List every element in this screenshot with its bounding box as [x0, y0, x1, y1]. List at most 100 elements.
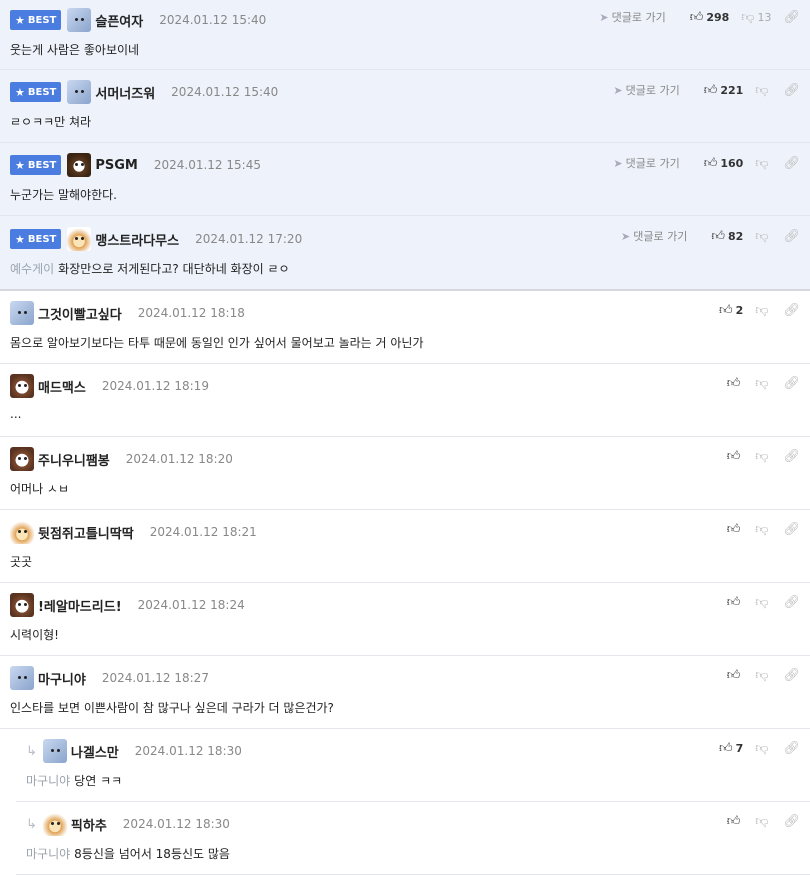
- comment-actions: 👍︎ 👎︎ 🔗︎: [715, 522, 800, 537]
- link-icon: 🔗︎: [783, 741, 800, 756]
- reply-target[interactable]: 예수게이: [10, 262, 54, 276]
- thumbs-down-icon: 👎︎: [755, 814, 769, 829]
- dislike-button[interactable]: 👎︎: [755, 229, 771, 244]
- share-link-button[interactable]: 🔗︎: [783, 10, 800, 25]
- comment-text: 인스타를 보면 이쁜사람이 참 많구나 싶은데 구라가 더 많은건가?: [10, 701, 334, 715]
- goto-comment-link[interactable]: ➤ 댓글로 가기: [599, 9, 665, 25]
- dislike-button[interactable]: 👎︎: [755, 668, 771, 683]
- thumbs-down-icon: 👎︎: [755, 522, 769, 537]
- thumbs-down-icon: 👎︎: [755, 741, 769, 756]
- share-link-button[interactable]: 🔗︎: [783, 376, 800, 391]
- thumbs-up-icon: 👍︎: [726, 814, 741, 829]
- like-button[interactable]: 👍︎ 221: [704, 83, 744, 98]
- comment: 매드맥스 2024.01.12 18:19 👍︎ 👎︎ 🔗︎ ...: [0, 364, 810, 437]
- like-button[interactable]: 👍︎ 7: [719, 741, 743, 756]
- share-link-button[interactable]: 🔗︎: [783, 303, 800, 318]
- best-comment: ★ BEST PSGM 2024.01.12 15:45 ➤ 댓글로 가기 👍︎ 16…: [0, 143, 810, 216]
- comment-actions: 👍︎ 👎︎ 🔗︎: [715, 595, 800, 610]
- like-button[interactable]: 👍︎: [727, 376, 744, 391]
- thumbs-up-icon: 👍︎: [726, 376, 741, 391]
- dislike-button[interactable]: 👎︎: [755, 741, 771, 756]
- goto-comment-link[interactable]: ➤ 댓글로 가기: [613, 155, 679, 171]
- comment-author[interactable]: 주니우니팸봉: [38, 450, 110, 469]
- comment-author[interactable]: 뒷점쥐고틀니딱딱: [38, 523, 134, 542]
- avatar[interactable]: [10, 301, 34, 325]
- comment-author[interactable]: 서머너즈워: [95, 83, 155, 102]
- goto-comment-link[interactable]: ➤ 댓글로 가기: [621, 228, 687, 244]
- share-link-button[interactable]: 🔗︎: [783, 449, 800, 464]
- avatar[interactable]: [67, 80, 92, 104]
- dislike-button[interactable]: 👎︎: [755, 303, 771, 318]
- comment-text: 곳곳: [10, 555, 33, 569]
- avatar[interactable]: [42, 812, 67, 836]
- like-button[interactable]: 👍︎: [727, 449, 744, 464]
- like-button[interactable]: 👍︎: [727, 814, 744, 829]
- best-comment: ★ BEST 맹스트라다무스 2024.01.12 17:20 ➤ 댓글로 가기 👍…: [0, 216, 810, 291]
- like-button[interactable]: 👍︎: [727, 522, 744, 537]
- dislike-button[interactable]: 👎︎: [755, 814, 771, 829]
- comment-author[interactable]: !레알마드리드!: [38, 596, 122, 615]
- share-link-button[interactable]: 🔗︎: [783, 156, 800, 171]
- comment-author[interactable]: 슬픈여자: [95, 11, 143, 30]
- share-link-button[interactable]: 🔗︎: [783, 814, 800, 829]
- avatar[interactable]: [10, 520, 34, 544]
- thumbs-down-icon: 👎︎: [755, 228, 769, 244]
- share-link-button[interactable]: 🔗︎: [783, 595, 800, 610]
- comment-date: 2024.01.12 18:27: [101, 671, 209, 685]
- like-button[interactable]: 👍︎ 2: [719, 303, 743, 318]
- avatar[interactable]: [10, 374, 34, 398]
- comment-actions: ➤ 댓글로 가기 👍︎ 160 👎︎ 🔗︎: [613, 155, 800, 171]
- comment-author[interactable]: 맹스트라다무스: [95, 230, 179, 249]
- dislike-button[interactable]: 👎︎: [755, 595, 771, 610]
- thumbs-up-icon: 👍︎: [703, 82, 718, 98]
- best-comment: ★ BEST 슬픈여자 2024.01.12 15:40 ➤ 댓글로 가기 👍︎ 29…: [0, 0, 810, 70]
- paper-plane-icon: ➤: [621, 229, 631, 243]
- share-link-button[interactable]: 🔗︎: [783, 522, 800, 537]
- link-icon: 🔗︎: [783, 449, 800, 464]
- comment-actions: 👍︎ 👎︎ 🔗︎: [715, 376, 800, 391]
- like-button[interactable]: 👍︎ 160: [704, 156, 744, 171]
- dislike-button[interactable]: 👎︎: [755, 449, 771, 464]
- like-button[interactable]: 👍︎: [727, 668, 744, 683]
- share-link-button[interactable]: 🔗︎: [783, 668, 800, 683]
- star-icon: ★: [15, 158, 25, 172]
- comment-text: 마구니야 당연 ㅋㅋ: [26, 774, 123, 788]
- comment-author[interactable]: 그것이빨고싶다: [38, 304, 122, 323]
- like-button[interactable]: 👍︎ 82: [711, 229, 743, 244]
- avatar[interactable]: [67, 153, 92, 177]
- dislike-button[interactable]: 👎︎ 13: [741, 10, 771, 25]
- comment-author[interactable]: 나겔스만: [71, 742, 119, 761]
- share-link-button[interactable]: 🔗︎: [783, 83, 800, 98]
- share-link-button[interactable]: 🔗︎: [783, 229, 800, 244]
- link-icon: 🔗︎: [783, 376, 800, 391]
- comment: 뒷점쥐고틀니딱딱 2024.01.12 18:21 👍︎ 👎︎ 🔗︎ 곳곳: [0, 510, 810, 583]
- dislike-button[interactable]: 👎︎: [755, 83, 771, 98]
- comment-author[interactable]: PSGM: [95, 158, 138, 173]
- dislike-button[interactable]: 👎︎: [755, 156, 771, 171]
- dislike-button[interactable]: 👎︎: [755, 522, 771, 537]
- comment-author[interactable]: 매드맥스: [38, 377, 86, 396]
- comment-author[interactable]: 픽하추: [71, 815, 107, 834]
- avatar[interactable]: [42, 739, 67, 763]
- comment-author[interactable]: 마구니야: [38, 669, 86, 688]
- reply-target[interactable]: 마구니야: [26, 847, 70, 861]
- avatar[interactable]: [10, 593, 34, 617]
- best-badge: ★ BEST: [10, 229, 62, 249]
- thumbs-up-icon: 👍︎: [726, 668, 741, 683]
- comment-actions: 👍︎ 👎︎ 🔗︎: [715, 668, 800, 683]
- comment-actions: 👍︎ 7 👎︎ 🔗︎: [707, 741, 800, 756]
- reply-comment: ↳ 픽하추 2024.01.12 18:30 👍︎ 👎︎ 🔗︎ 마구니야 8등신을…: [16, 802, 810, 875]
- share-link-button[interactable]: 🔗︎: [783, 741, 800, 756]
- comment: !레알마드리드! 2024.01.12 18:24 👍︎ 👎︎ 🔗︎ 시력이형!: [0, 583, 810, 656]
- avatar[interactable]: [10, 447, 34, 471]
- avatar[interactable]: [67, 8, 92, 32]
- thumbs-up-icon: 👍︎: [689, 9, 704, 25]
- dislike-button[interactable]: 👎︎: [755, 376, 771, 391]
- paper-plane-icon: ➤: [599, 10, 609, 24]
- like-button[interactable]: 👍︎ 298: [690, 10, 730, 25]
- avatar[interactable]: [67, 227, 92, 251]
- goto-comment-link[interactable]: ➤ 댓글로 가기: [613, 82, 679, 98]
- avatar[interactable]: [10, 666, 34, 690]
- reply-target[interactable]: 마구니야: [26, 774, 70, 788]
- like-button[interactable]: 👍︎: [727, 595, 744, 610]
